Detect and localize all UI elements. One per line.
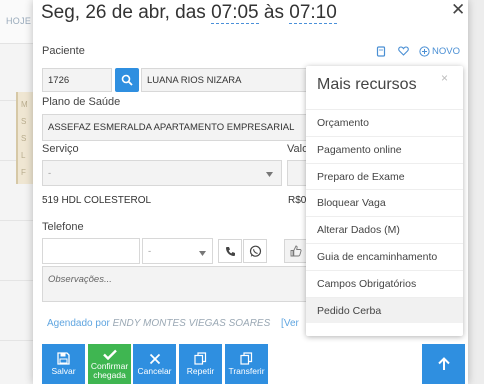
title-date: Seg, 26 de abr, das	[41, 2, 212, 23]
heart-icon[interactable]	[398, 46, 409, 59]
notes-textarea[interactable]: Observações...	[42, 266, 328, 302]
chevron-down-icon	[199, 248, 206, 259]
close-icon	[149, 353, 160, 364]
phone-input[interactable]	[42, 238, 140, 264]
search-icon	[121, 74, 133, 86]
like-button[interactable]	[284, 239, 308, 263]
transfer-label: Transferir	[228, 366, 265, 377]
transfer-button[interactable]: Transferir	[225, 344, 268, 384]
popup-title: Mais recursos	[317, 76, 417, 93]
confirm-label-2: chegada	[93, 369, 126, 380]
phone-label: Telefone	[42, 221, 84, 233]
patient-code-value: 1726	[48, 74, 70, 86]
menu-item-pagamento-online[interactable]: Pagamento online	[306, 135, 463, 163]
cancel-label: Cancelar	[137, 365, 172, 376]
copy-icon	[240, 352, 253, 365]
start-time[interactable]: 07:05	[211, 2, 259, 24]
copy-icon	[194, 352, 207, 365]
new-patient-label: NOVO	[432, 46, 460, 57]
chevron-down-icon	[266, 169, 273, 180]
new-patient-button[interactable]: NOVO	[419, 46, 460, 57]
patient-code-field[interactable]: 1726	[42, 68, 112, 92]
popup-close-button[interactable]: ×	[441, 71, 448, 85]
end-time[interactable]: 07:10	[289, 2, 337, 24]
whatsapp-button[interactable]	[243, 239, 267, 263]
service-select[interactable]: -	[42, 160, 282, 186]
notes-placeholder: Observações...	[48, 274, 112, 285]
health-plan-value: ASSEFAZ ESMERALDA APARTAMENTO EMPRESARIA…	[48, 122, 295, 133]
phone-type-value: -	[148, 245, 152, 257]
patient-name-field[interactable]: LUANA RIOS NIZARA	[141, 68, 331, 92]
scheduled-by: Agendado por ENDY MONTES VIEGAS SOARES […	[47, 318, 299, 329]
phone-icon	[225, 246, 235, 256]
popup-menu: Orçamento Pagamento online Preparo de Ex…	[306, 109, 463, 324]
repeat-button[interactable]: Repetir	[179, 344, 222, 384]
save-label: Salvar	[51, 366, 76, 377]
confirm-arrival-button[interactable]: Confirmar chegada	[88, 344, 131, 384]
close-modal-button[interactable]: ✕	[451, 0, 465, 20]
view-link[interactable]: [Ver	[281, 318, 299, 329]
exam-name: 519 HDL COLESTEROL	[42, 195, 152, 206]
menu-item-guia-encaminhamento[interactable]: Guia de encaminhamento	[306, 242, 463, 270]
menu-item-preparo-exame[interactable]: Preparo de Exame	[306, 162, 463, 190]
scheduled-by-prefix: Agendado por	[47, 318, 113, 329]
exam-price: R$0	[288, 195, 307, 206]
patient-label: Paciente	[42, 45, 85, 57]
menu-item-campos-obrigatorios[interactable]: Campos Obrigatórios	[306, 269, 463, 297]
repeat-label: Repetir	[186, 366, 215, 377]
title-separator: às	[258, 2, 290, 23]
health-plan-label: Plano de Saúde	[42, 96, 121, 108]
patient-name-value: LUANA RIOS NIZARA	[147, 74, 242, 86]
phone-type-select[interactable]: -	[142, 238, 213, 264]
more-resources-popup: Mais recursos × Orçamento Pagamento onli…	[306, 66, 463, 336]
patient-search-button[interactable]	[115, 68, 139, 92]
service-select-value: -	[48, 167, 52, 179]
scheduled-by-user: ENDY MONTES VIEGAS SOARES	[112, 318, 271, 329]
menu-item-bloquear-vaga[interactable]: Bloquear Vaga	[306, 189, 463, 216]
menu-item-pedido-cerba[interactable]: Pedido Cerba	[306, 296, 463, 324]
call-button[interactable]	[218, 239, 242, 263]
today-label[interactable]: HOJE	[6, 16, 31, 26]
plus-circle-icon	[419, 46, 430, 57]
menu-item-alterar-dados[interactable]: Alterar Dados (M)	[306, 216, 463, 243]
whatsapp-icon	[249, 245, 261, 257]
more-resources-toggle-button[interactable]	[422, 344, 465, 384]
arrow-up-icon	[437, 357, 450, 370]
thumbs-up-icon	[290, 245, 302, 257]
floppy-disk-icon	[57, 352, 70, 365]
background-appointment-strip: M S S L F	[16, 92, 34, 184]
service-label: Serviço	[42, 143, 79, 155]
health-plan-field[interactable]: ASSEFAZ ESMERALDA APARTAMENTO EMPRESARIA…	[42, 114, 332, 141]
save-button[interactable]: Salvar	[42, 344, 85, 384]
check-icon	[102, 349, 117, 360]
document-icon[interactable]	[376, 46, 386, 60]
menu-item-orcamento[interactable]: Orçamento	[306, 109, 463, 136]
cancel-button[interactable]: Cancelar	[133, 344, 176, 384]
modal-title: Seg, 26 de abr, das 07:05 às 07:10	[41, 2, 337, 24]
